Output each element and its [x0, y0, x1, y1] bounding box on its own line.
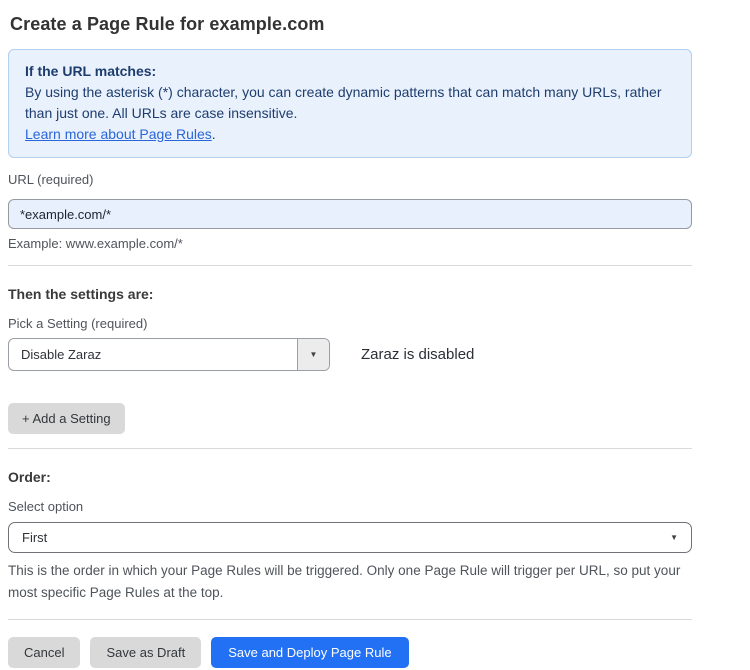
divider — [8, 448, 692, 449]
order-select[interactable]: First ▼ — [8, 522, 692, 553]
link-suffix: . — [212, 126, 216, 142]
learn-more-link[interactable]: Learn more about Page Rules — [25, 126, 212, 142]
settings-heading: Then the settings are: — [8, 286, 692, 302]
order-heading: Order: — [8, 469, 692, 485]
page-rule-form: Create a Page Rule for example.com If th… — [0, 0, 750, 668]
footer-actions: Cancel Save as Draft Save and Deploy Pag… — [8, 637, 692, 668]
add-setting-button[interactable]: + Add a Setting — [8, 403, 125, 434]
setting-picker-value: Disable Zaraz — [9, 339, 297, 370]
url-label: URL (required) — [8, 172, 692, 187]
divider — [8, 265, 692, 266]
cancel-button[interactable]: Cancel — [8, 637, 80, 668]
info-box-body: By using the asterisk (*) character, you… — [25, 82, 675, 124]
save-as-draft-button[interactable]: Save as Draft — [90, 637, 201, 668]
info-box-link-line: Learn more about Page Rules. — [25, 124, 675, 145]
setting-picker[interactable]: Disable Zaraz ▼ — [8, 338, 330, 371]
caret-down-icon: ▼ — [670, 534, 678, 542]
caret-down-icon: ▼ — [310, 351, 318, 359]
save-and-deploy-button[interactable]: Save and Deploy Page Rule — [211, 637, 408, 668]
page-title: Create a Page Rule for example.com — [10, 14, 692, 35]
divider — [8, 619, 692, 620]
pick-setting-label: Pick a Setting (required) — [8, 316, 692, 331]
info-box-heading: If the URL matches: — [25, 61, 675, 82]
setting-picker-dropdown-button[interactable]: ▼ — [297, 339, 329, 370]
url-input[interactable] — [8, 199, 692, 229]
order-select-label: Select option — [8, 499, 692, 514]
order-select-value: First — [22, 530, 47, 545]
setting-status-text: Zaraz is disabled — [361, 346, 474, 363]
url-match-info-box: If the URL matches: By using the asteris… — [8, 49, 692, 158]
url-example-text: Example: www.example.com/* — [8, 236, 692, 251]
order-helper-text: This is the order in which your Page Rul… — [8, 560, 692, 604]
setting-picker-row: Disable Zaraz ▼ Zaraz is disabled — [8, 338, 692, 371]
